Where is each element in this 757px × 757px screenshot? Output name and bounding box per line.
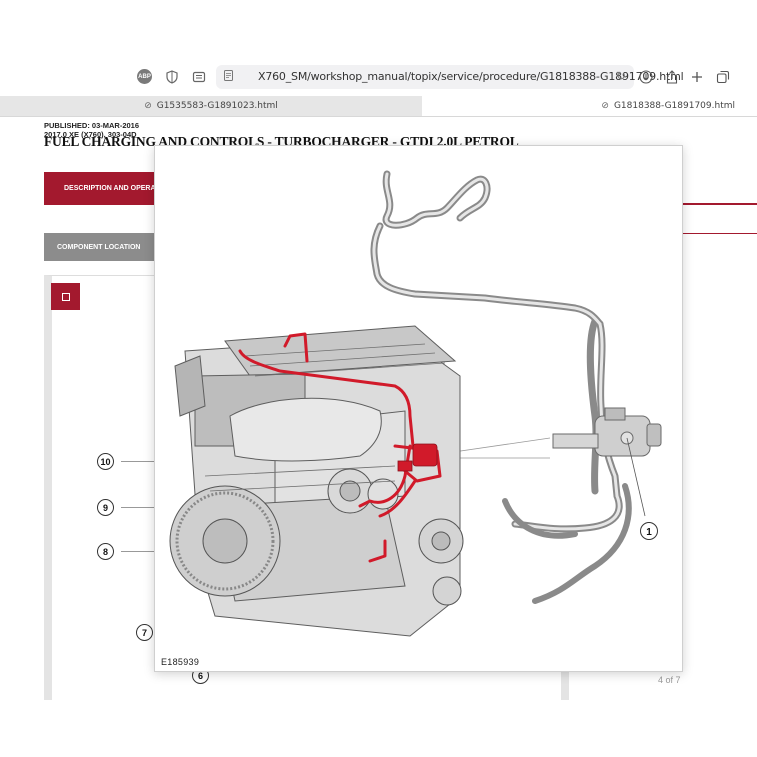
browser-toolbar: ABP X760_SM/workshop_manual/topix/servic… (0, 62, 757, 92)
tab-overview-icon[interactable] (715, 69, 731, 85)
download-icon[interactable] (638, 69, 654, 85)
new-tab-icon[interactable] (689, 69, 705, 85)
tab-g1535583[interactable]: ⊘ G1535583-G1891023.html (0, 96, 422, 116)
callout-1: 1 (646, 527, 652, 538)
figure-code: E185939 (161, 657, 200, 667)
shield-icon[interactable] (164, 69, 180, 85)
page-indicator: 4 of 7 (658, 675, 681, 685)
callout-10: 10 (97, 453, 114, 470)
published-date: PUBLISHED: 03-MAR-2016 (44, 121, 140, 130)
address-bar[interactable]: X760_SM/workshop_manual/topix/service/pr… (216, 65, 684, 89)
tab-label: G1818388-G1891709.html (613, 101, 735, 111)
divider (682, 203, 757, 205)
expand-toggle[interactable] (51, 283, 80, 310)
callout-8: 8 (97, 543, 114, 560)
compass-icon: ⊘ (144, 101, 152, 111)
divider (682, 233, 757, 234)
reload-icon[interactable]: ↻ (616, 69, 626, 83)
square-icon (61, 292, 70, 301)
figure-popup[interactable]: 1 E185939 (154, 145, 683, 672)
callout-7: 7 (136, 624, 153, 641)
share-icon[interactable] (664, 69, 680, 85)
tab-g1818388[interactable]: ⊘ G1818388-G1891709.html (423, 96, 757, 116)
page-icon (224, 70, 233, 84)
reader-icon[interactable] (191, 69, 207, 85)
tab-bar: ⊘ G1535583-G1891023.html ⊘ G1818388-G189… (0, 96, 757, 117)
adblock-icon[interactable]: ABP (137, 69, 152, 84)
engine-figure: 1 (169, 170, 662, 637)
tab-label: G1535583-G1891023.html (156, 101, 278, 111)
callout-9: 9 (97, 499, 114, 516)
compass-icon: ⊘ (601, 101, 609, 111)
